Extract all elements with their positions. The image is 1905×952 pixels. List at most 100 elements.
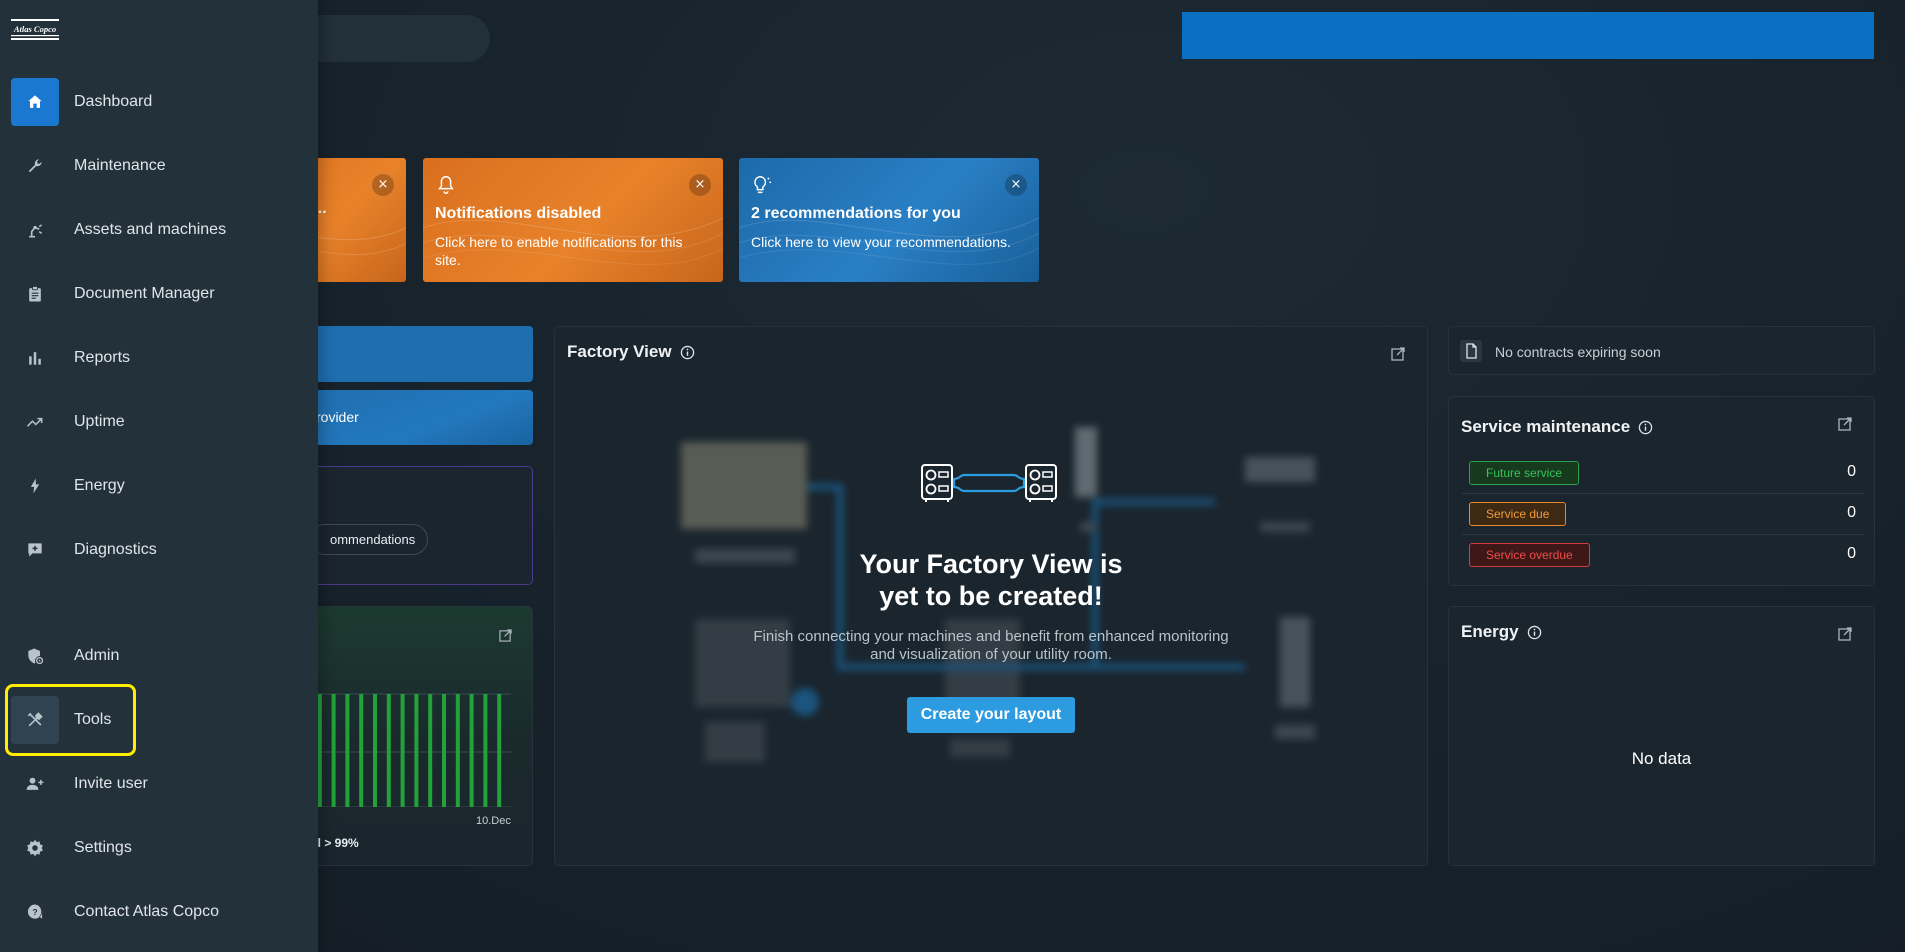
recommendations-panel: ommendations	[300, 466, 533, 585]
energy-title-wrap: Energy	[1461, 622, 1542, 642]
uptime-bar	[373, 694, 377, 807]
uptime-bar	[317, 694, 322, 807]
uptime-bar	[455, 694, 460, 807]
info-icon[interactable]	[1638, 420, 1653, 435]
energy-panel: Energy No data	[1448, 606, 1875, 866]
service-due-count: 0	[1847, 504, 1856, 521]
sidebar-item-dashboard[interactable]: Dashboard	[11, 78, 301, 126]
sidebar-item-document-manager[interactable]: Document Manager	[11, 270, 301, 318]
sidebar-item-label: Contact Atlas Copco	[74, 903, 219, 920]
wrench-icon	[11, 142, 59, 190]
uptime-bar	[414, 694, 419, 807]
sidebar-item-label: Uptime	[74, 413, 125, 430]
service-provider-label: rovider	[316, 409, 359, 425]
contracts-panel[interactable]: No contracts expiring soon	[1448, 326, 1875, 375]
document-icon	[1460, 340, 1482, 362]
tools-highlight-box	[5, 684, 136, 756]
sidebar-item-energy[interactable]: Energy	[11, 462, 301, 510]
sidebar-item-admin[interactable]: Admin	[11, 632, 301, 680]
sidebar-item-reports[interactable]: Reports	[11, 334, 301, 382]
card-body: Click here to enable notifications for t…	[435, 234, 683, 268]
create-layout-button[interactable]: Create your layout	[907, 697, 1075, 733]
uptime-date-label: 10.Dec	[476, 815, 511, 827]
future-service-count: 0	[1847, 463, 1856, 480]
uptime-bar	[359, 694, 364, 807]
card-body: Click here to view your recommendations.	[751, 234, 1011, 250]
search-bar[interactable]	[290, 15, 490, 62]
info-icon[interactable]	[1527, 625, 1542, 640]
factory-view-title-wrap: Factory View	[567, 342, 695, 362]
service-row-overdue[interactable]: Service overdue 0	[1462, 535, 1864, 576]
left-blue-tile[interactable]	[300, 326, 533, 382]
sidebar-item-label: Document Manager	[74, 285, 215, 302]
clipboard-icon	[11, 270, 59, 318]
recommendations-pill[interactable]: ommendations	[309, 524, 429, 555]
factory-view-title: Factory View	[567, 342, 672, 361]
sidebar-item-uptime[interactable]: Uptime	[11, 398, 301, 446]
contracts-text: No contracts expiring soon	[1495, 344, 1661, 360]
sidebar-item-label: Settings	[74, 839, 132, 856]
bell-icon	[438, 176, 454, 194]
lightbulb-icon	[754, 176, 772, 194]
service-maintenance-title-wrap: Service maintenance	[1461, 417, 1653, 437]
sidebar-item-maintenance[interactable]: Maintenance	[11, 142, 301, 190]
sidebar-item-label: Reports	[74, 349, 131, 366]
external-link-icon[interactable]	[1838, 417, 1852, 431]
service-overdue-count: 0	[1847, 545, 1856, 562]
card-close-button[interactable]: ×	[689, 174, 711, 196]
card-title: Notifications disabled	[435, 205, 602, 222]
connected-machines-icon	[921, 464, 1057, 502]
uptime-bar	[400, 694, 405, 807]
card-close-button[interactable]: ×	[372, 174, 394, 196]
sidebar-item-label: Assets and machines	[74, 221, 227, 238]
future-service-badge: Future service	[1469, 461, 1580, 485]
notification-card-notifications[interactable]: × Notifications disabled Click here to e…	[423, 158, 723, 282]
uptime-bar	[428, 694, 433, 807]
sidebar-item-assets[interactable]: Assets and machines	[11, 206, 301, 254]
home-icon	[11, 78, 59, 126]
sidebar-item-label: Energy	[74, 477, 125, 494]
notification-card-recommendations[interactable]: × 2 recommendations for you Click here t…	[739, 158, 1039, 282]
uptime-legend: al > 99%	[311, 836, 359, 850]
logo-text: Atlas Copco	[13, 24, 56, 34]
card-close-button[interactable]: ×	[1005, 174, 1027, 196]
top-banner[interactable]	[1182, 12, 1874, 59]
factory-view-subtext: Finish connecting your machines and bene…	[753, 628, 1229, 663]
service-row-future[interactable]: Future service 0	[1462, 453, 1864, 494]
info-icon[interactable]	[680, 345, 695, 360]
robot-arm-icon	[11, 206, 59, 254]
uptime-chart	[301, 693, 511, 807]
uptime-bar	[497, 694, 502, 807]
sidebar-item-label: Maintenance	[74, 157, 166, 174]
sidebar-item-settings[interactable]: Settings	[11, 824, 301, 872]
bar-chart-icon	[11, 334, 59, 382]
sidebar-item-label: Invite user	[74, 775, 148, 792]
uptime-bar	[442, 694, 446, 807]
person-add-icon	[11, 760, 59, 808]
service-maintenance-panel: Service maintenance Future service 0 Ser…	[1448, 396, 1875, 586]
sidebar-item-invite-user[interactable]: Invite user	[11, 760, 301, 808]
service-overdue-badge: Service overdue	[1469, 543, 1590, 567]
uptime-bar	[469, 694, 474, 807]
energy-no-data: No data	[1631, 749, 1692, 768]
uptime-bar	[483, 694, 488, 807]
uptime-bar	[386, 694, 391, 807]
factory-view-headline: Your Factory View is yet to be created!	[859, 549, 1123, 611]
service-due-badge: Service due	[1469, 502, 1567, 526]
external-link-icon[interactable]	[1838, 627, 1852, 641]
atlas-copco-logo[interactable]: Atlas Copco	[11, 18, 59, 42]
uptime-bar	[345, 694, 350, 807]
sidebar-item-diagnostics[interactable]: Diagnostics	[11, 526, 301, 574]
service-row-due[interactable]: Service due 0	[1462, 494, 1864, 535]
sidebar-item-label: Admin	[74, 647, 120, 664]
sidebar: Atlas Copco Dashboard Maintenance Assets…	[0, 0, 318, 952]
energy-title: Energy	[1461, 622, 1519, 641]
sidebar-item-label: Dashboard	[74, 93, 153, 110]
sidebar-item-contact[interactable]: ? Contact Atlas Copco	[11, 888, 301, 936]
sidebar-item-label: Diagnostics	[74, 541, 157, 558]
service-provider-tile[interactable]: rovider	[300, 390, 533, 445]
service-maintenance-title: Service maintenance	[1461, 417, 1631, 436]
external-link-icon[interactable]	[1391, 347, 1405, 361]
uptime-panel: 10.Dec al > 99%	[300, 606, 533, 866]
uptime-bar	[331, 694, 336, 807]
